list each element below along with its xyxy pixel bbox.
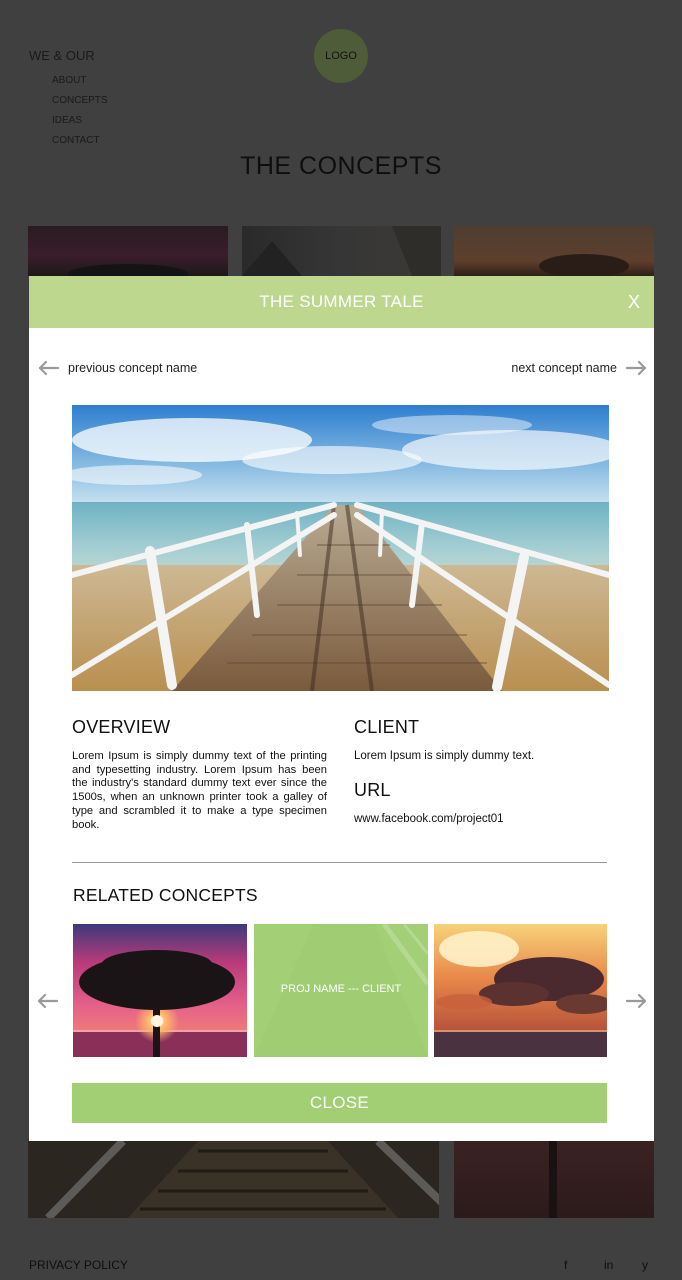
sunset-clouds-photo bbox=[434, 924, 607, 1057]
section-divider bbox=[72, 862, 607, 863]
related-prev-arrow-icon[interactable] bbox=[36, 993, 59, 1014]
modal-header: THE SUMMER TALE X bbox=[29, 276, 654, 328]
pier-image bbox=[45, 1138, 461, 1221]
url-heading: URL bbox=[354, 780, 391, 800]
nav-item-contact[interactable]: CONTACT bbox=[52, 134, 108, 154]
nav-menu: ABOUT CONCEPTS IDEAS CONTACT bbox=[52, 74, 108, 154]
related-concept-card[interactable] bbox=[434, 924, 607, 1057]
nav-item-concepts[interactable]: CONCEPTS bbox=[52, 94, 108, 114]
privacy-policy-link[interactable]: PRIVACY POLICY bbox=[29, 1258, 128, 1272]
client-heading: CLIENT bbox=[354, 717, 420, 737]
pier-photo bbox=[72, 405, 609, 691]
tree-sunset-image bbox=[549, 1141, 557, 1218]
sunset-clouds-image bbox=[539, 254, 629, 278]
related-concept-card[interactable] bbox=[73, 924, 247, 1057]
related-concepts-heading: RELATED CONCEPTS bbox=[73, 885, 258, 905]
arrow-right-icon bbox=[626, 360, 648, 376]
linkedin-link[interactable]: in bbox=[604, 1258, 613, 1272]
modal-close-icon[interactable]: X bbox=[628, 292, 640, 313]
related-concept-card[interactable]: PROJ NAME --- CLIENT bbox=[254, 924, 428, 1057]
related-card-label: PROJ NAME --- CLIENT bbox=[280, 983, 402, 995]
concept-modal: THE SUMMER TALE X previous concept name … bbox=[29, 276, 654, 1141]
logo-text: LOGO bbox=[325, 50, 357, 62]
gallery-thumb[interactable] bbox=[242, 226, 441, 276]
gallery-thumb[interactable] bbox=[28, 1138, 461, 1221]
logo[interactable]: LOGO bbox=[314, 29, 368, 83]
project-url-link[interactable]: www.facebook.com/project01 bbox=[354, 813, 504, 825]
next-concept-link[interactable]: next concept name bbox=[511, 358, 648, 378]
gallery-thumb[interactable] bbox=[28, 226, 228, 284]
nav-title: WE & OUR bbox=[29, 48, 95, 63]
facebook-link[interactable]: f bbox=[564, 1258, 567, 1272]
page-title: THE CONCEPTS bbox=[240, 152, 442, 180]
nav-item-about[interactable]: ABOUT bbox=[52, 74, 108, 94]
overview-text: Lorem Ipsum is simply dummy text of the … bbox=[72, 750, 327, 831]
concept-hero-image bbox=[72, 405, 609, 691]
arrow-left-icon bbox=[37, 360, 59, 376]
related-next-arrow-icon[interactable] bbox=[625, 993, 648, 1014]
tree-silhouette-image bbox=[68, 264, 188, 284]
nav-item-ideas[interactable]: IDEAS bbox=[52, 114, 108, 134]
youtube-link[interactable]: y bbox=[642, 1258, 648, 1272]
overview-heading: OVERVIEW bbox=[72, 717, 171, 737]
gallery-thumb[interactable] bbox=[454, 226, 654, 278]
previous-concept-link[interactable]: previous concept name bbox=[37, 358, 197, 378]
next-concept-label: next concept name bbox=[511, 361, 617, 375]
close-button[interactable]: CLOSE bbox=[72, 1083, 607, 1123]
gallery-thumb[interactable] bbox=[454, 1141, 654, 1218]
tree-sunset-photo bbox=[73, 924, 247, 1057]
client-text: Lorem Ipsum is simply dummy text. bbox=[354, 750, 535, 762]
previous-concept-label: previous concept name bbox=[68, 361, 198, 375]
modal-title: THE SUMMER TALE bbox=[259, 292, 424, 311]
rock-image bbox=[242, 226, 441, 276]
